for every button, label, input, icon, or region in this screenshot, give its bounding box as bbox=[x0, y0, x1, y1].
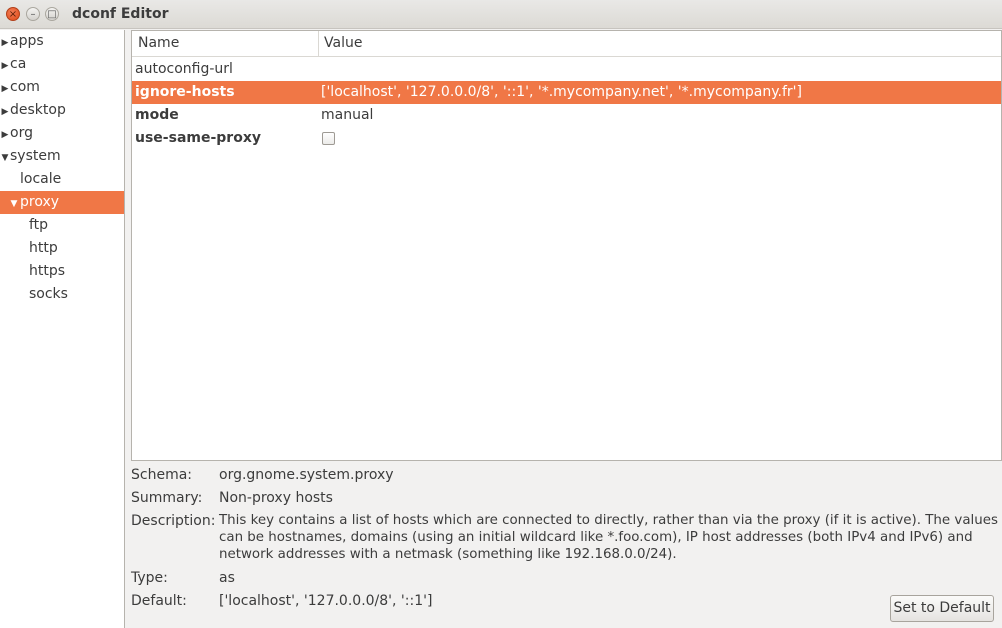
expand-arrow-icon[interactable]: ▶ bbox=[0, 55, 10, 77]
expand-arrow-icon[interactable]: ▶ bbox=[0, 78, 10, 100]
tree-item-socks[interactable]: socks bbox=[0, 283, 124, 306]
summary-label: Summary: bbox=[131, 490, 203, 506]
schema-label: Schema: bbox=[131, 467, 193, 483]
tree-item-label: org bbox=[10, 125, 33, 141]
key-row-mode[interactable]: mode manual bbox=[132, 104, 1001, 127]
set-to-default-button[interactable]: Set to Default bbox=[890, 595, 994, 622]
use-same-proxy-checkbox[interactable] bbox=[322, 132, 335, 145]
default-value: ['localhost', '127.0.0.0/8', '::1'] bbox=[219, 593, 433, 609]
collapse-arrow-icon[interactable]: ▼ bbox=[0, 147, 10, 169]
expand-arrow-icon[interactable]: ▶ bbox=[0, 101, 10, 123]
tree-item-system[interactable]: ▼ system bbox=[0, 145, 124, 168]
key-list: Name Value autoconfig-url ignore-hosts [… bbox=[131, 30, 1002, 461]
key-row-ignore-hosts[interactable]: ignore-hosts ['localhost', '127.0.0.0/8'… bbox=[132, 81, 1001, 104]
tree-item-proxy[interactable]: ▼ proxy bbox=[0, 191, 124, 214]
tree-item-label: locale bbox=[20, 171, 62, 187]
expand-arrow-icon[interactable]: ▶ bbox=[0, 32, 10, 54]
tree-item-label: socks bbox=[29, 286, 68, 302]
key-name: use-same-proxy bbox=[135, 130, 261, 146]
column-header-name[interactable]: Name bbox=[138, 35, 179, 51]
tree-item-org[interactable]: ▶ org bbox=[0, 122, 124, 145]
type-value: as bbox=[219, 570, 235, 586]
schema-tree: ▶ apps ▶ ca ▶ com ▶ desktop ▶ org ▼ system loc… bbox=[0, 30, 125, 628]
column-header: Name Value bbox=[132, 31, 1001, 57]
tree-item-label: ca bbox=[10, 56, 27, 72]
key-name: autoconfig-url bbox=[135, 61, 233, 77]
tree-item-label: ftp bbox=[29, 217, 49, 233]
tree-item-ftp[interactable]: ftp bbox=[0, 214, 124, 237]
tree-item-ca[interactable]: ▶ ca bbox=[0, 53, 124, 76]
key-name: mode bbox=[135, 107, 179, 123]
key-row-autoconfig-url[interactable]: autoconfig-url bbox=[132, 58, 1001, 81]
key-value[interactable]: manual bbox=[321, 104, 373, 126]
tree-item-locale[interactable]: locale bbox=[0, 168, 124, 191]
minimize-window-button[interactable]: – bbox=[26, 7, 40, 21]
tree-item-com[interactable]: ▶ com bbox=[0, 76, 124, 99]
summary-value: Non-proxy hosts bbox=[219, 490, 333, 506]
tree-item-label: system bbox=[10, 148, 61, 164]
tree-item-label: https bbox=[29, 263, 66, 279]
tree-item-label: proxy bbox=[20, 194, 60, 210]
type-label: Type: bbox=[131, 570, 168, 586]
title-bar: × – □ dconf Editor bbox=[0, 0, 1002, 29]
tree-item-http[interactable]: http bbox=[0, 237, 124, 260]
collapse-arrow-icon[interactable]: ▼ bbox=[8, 193, 20, 215]
tree-item-label: desktop bbox=[10, 102, 66, 118]
window-title: dconf Editor bbox=[72, 6, 169, 22]
description-line: can be hostnames, domains (using an init… bbox=[219, 530, 973, 545]
description-line: This key contains a list of hosts which … bbox=[219, 513, 998, 528]
description-line: network addresses with a netmask (someth… bbox=[219, 547, 677, 562]
tree-item-desktop[interactable]: ▶ desktop bbox=[0, 99, 124, 122]
close-window-button[interactable]: × bbox=[6, 7, 20, 21]
default-label: Default: bbox=[131, 593, 187, 609]
schema-value: org.gnome.system.proxy bbox=[219, 467, 394, 483]
column-header-value[interactable]: Value bbox=[324, 35, 362, 51]
maximize-window-button[interactable]: □ bbox=[45, 7, 59, 21]
tree-item-apps[interactable]: ▶ apps bbox=[0, 30, 124, 53]
tree-item-https[interactable]: https bbox=[0, 260, 124, 283]
tree-item-label: com bbox=[10, 79, 40, 95]
tree-item-label: http bbox=[29, 240, 58, 256]
key-row-use-same-proxy[interactable]: use-same-proxy bbox=[132, 127, 1001, 150]
description-label: Description: bbox=[131, 513, 216, 529]
tree-item-label: apps bbox=[10, 33, 44, 49]
column-divider[interactable] bbox=[318, 31, 319, 57]
key-value[interactable]: ['localhost', '127.0.0.0/8', '::1', '*.m… bbox=[321, 81, 802, 103]
key-name: ignore-hosts bbox=[135, 84, 235, 100]
expand-arrow-icon[interactable]: ▶ bbox=[0, 124, 10, 146]
